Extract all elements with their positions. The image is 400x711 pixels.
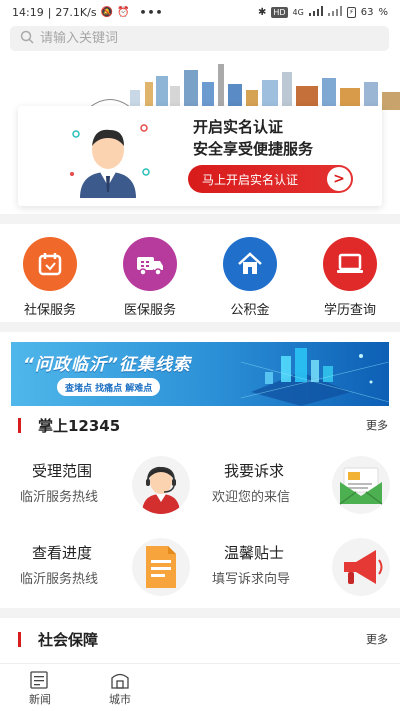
battery-percent: 63 <box>360 6 374 18</box>
service-grid: 社保服务 医保服务 公积金 学历查询 <box>0 228 400 320</box>
banner-subtitle: 安全享受便捷服务 <box>193 140 314 158</box>
signal-icon <box>308 5 323 19</box>
service-label: 医保服务 <box>123 303 176 318</box>
section-divider <box>0 608 400 618</box>
clock: 14:19 <box>12 5 44 19</box>
section-accent-bar <box>18 631 21 647</box>
search-icon <box>20 30 34 48</box>
campaign-title: “问政临沂”征集线索 <box>23 355 191 375</box>
item-check-progress[interactable]: 查看进度 临沂服务热线 <box>0 536 200 606</box>
verification-card: 开启实名认证 安全享受便捷服务 马上开启实名认证 > <box>18 106 382 206</box>
ambulance-icon <box>123 237 177 291</box>
start-verification-button[interactable]: 马上开启实名认证 > <box>188 165 353 193</box>
more-link[interactable]: 更多 <box>366 631 388 647</box>
search-input[interactable] <box>40 31 340 46</box>
network-type: 4G <box>292 7 304 17</box>
city-icon <box>111 673 129 689</box>
service-medical-insurance[interactable]: 医保服务 <box>100 228 200 320</box>
section-header-12345: 掌上12345 更多 <box>0 412 400 438</box>
item-title: 温馨贴士 <box>224 544 285 562</box>
status-separator: | <box>47 5 52 19</box>
megaphone-icon <box>332 538 390 596</box>
service-label: 社保服务 <box>23 303 76 318</box>
calendar-icon <box>23 237 77 291</box>
campaign-banner[interactable]: “问政临沂”征集线索 查堵点 找痛点 解难点 <box>11 342 389 406</box>
envelope-icon <box>332 456 390 514</box>
service-education-query[interactable]: 学历查询 <box>300 228 400 320</box>
more-dots-icon: ••• <box>139 5 164 19</box>
nav-label: 城市 <box>109 693 131 706</box>
item-title: 查看进度 <box>32 544 93 562</box>
percent-sign: % <box>378 6 388 18</box>
bottom-navigation: 新闻 城市 <box>0 663 400 711</box>
item-submit-request[interactable]: 我要诉求 欢迎您的来信 <box>200 454 400 524</box>
bluetooth-icon: ✱ <box>257 6 267 18</box>
app-screen: 14:19 | 27.1K/s 🔕 ⏰ ••• ✱ HD 4G ⚡ 63% 请输… <box>0 0 400 711</box>
nav-label: 新闻 <box>29 693 51 706</box>
verification-banner: 开启实名认证 安全享受便捷服务 马上开启实名认证 > <box>0 52 400 212</box>
item-title: 我要诉求 <box>224 462 285 480</box>
item-subtitle: 临沂服务热线 <box>20 490 99 505</box>
service-label: 学历查询 <box>323 303 376 318</box>
more-link[interactable]: 更多 <box>366 417 388 433</box>
service-social-security[interactable]: 社保服务 <box>0 228 100 320</box>
arrow-right-icon: > <box>327 167 351 191</box>
banner-title: 开启实名认证 <box>193 118 284 136</box>
item-title: 受理范围 <box>32 462 93 480</box>
item-subtitle: 填写诉求向导 <box>212 572 291 587</box>
laptop-icon <box>323 237 377 291</box>
nav-city[interactable]: 城市 <box>100 670 140 707</box>
item-acceptance-scope[interactable]: 受理范围 临沂服务热线 <box>0 454 200 524</box>
mute-icon: 🔕 <box>100 6 114 18</box>
nav-news[interactable]: 新闻 <box>20 670 60 707</box>
service-label: 公积金 <box>230 303 270 318</box>
service-housing-fund[interactable]: 公积金 <box>200 228 300 320</box>
battery-saver-icon: ⚡ <box>346 6 356 18</box>
section-title: 社会保障 <box>38 630 99 649</box>
hd-badge: HD <box>271 6 288 18</box>
document-icon <box>132 538 190 596</box>
section-divider <box>0 322 400 332</box>
alarm-icon: ⏰ <box>117 6 130 18</box>
section-accent-bar <box>18 417 21 433</box>
status-bar: 14:19 | 27.1K/s 🔕 ⏰ ••• ✱ HD 4G ⚡ 63% <box>0 0 400 24</box>
item-tips[interactable]: 温馨贴士 填写诉求向导 <box>200 536 400 606</box>
wifi-icon <box>327 5 342 19</box>
news-icon <box>30 671 48 689</box>
start-verification-label: 马上开启实名认证 <box>202 172 299 187</box>
section-divider <box>0 214 400 224</box>
campaign-subtitle: 查堵点 找痛点 解难点 <box>57 378 161 396</box>
operator-icon <box>132 456 190 514</box>
section-header-social-security: 社会保障 更多 <box>0 626 400 652</box>
section-title: 掌上12345 <box>38 416 121 435</box>
data-city-illustration <box>241 348 389 406</box>
item-subtitle: 临沂服务热线 <box>20 572 99 587</box>
network-speed: 27.1K/s <box>55 5 97 19</box>
search-bar[interactable] <box>10 26 389 51</box>
user-avatar-illustration <box>66 114 150 198</box>
house-icon <box>223 237 277 291</box>
city-skyline-illustration <box>90 64 400 110</box>
item-subtitle: 欢迎您的来信 <box>212 490 291 505</box>
